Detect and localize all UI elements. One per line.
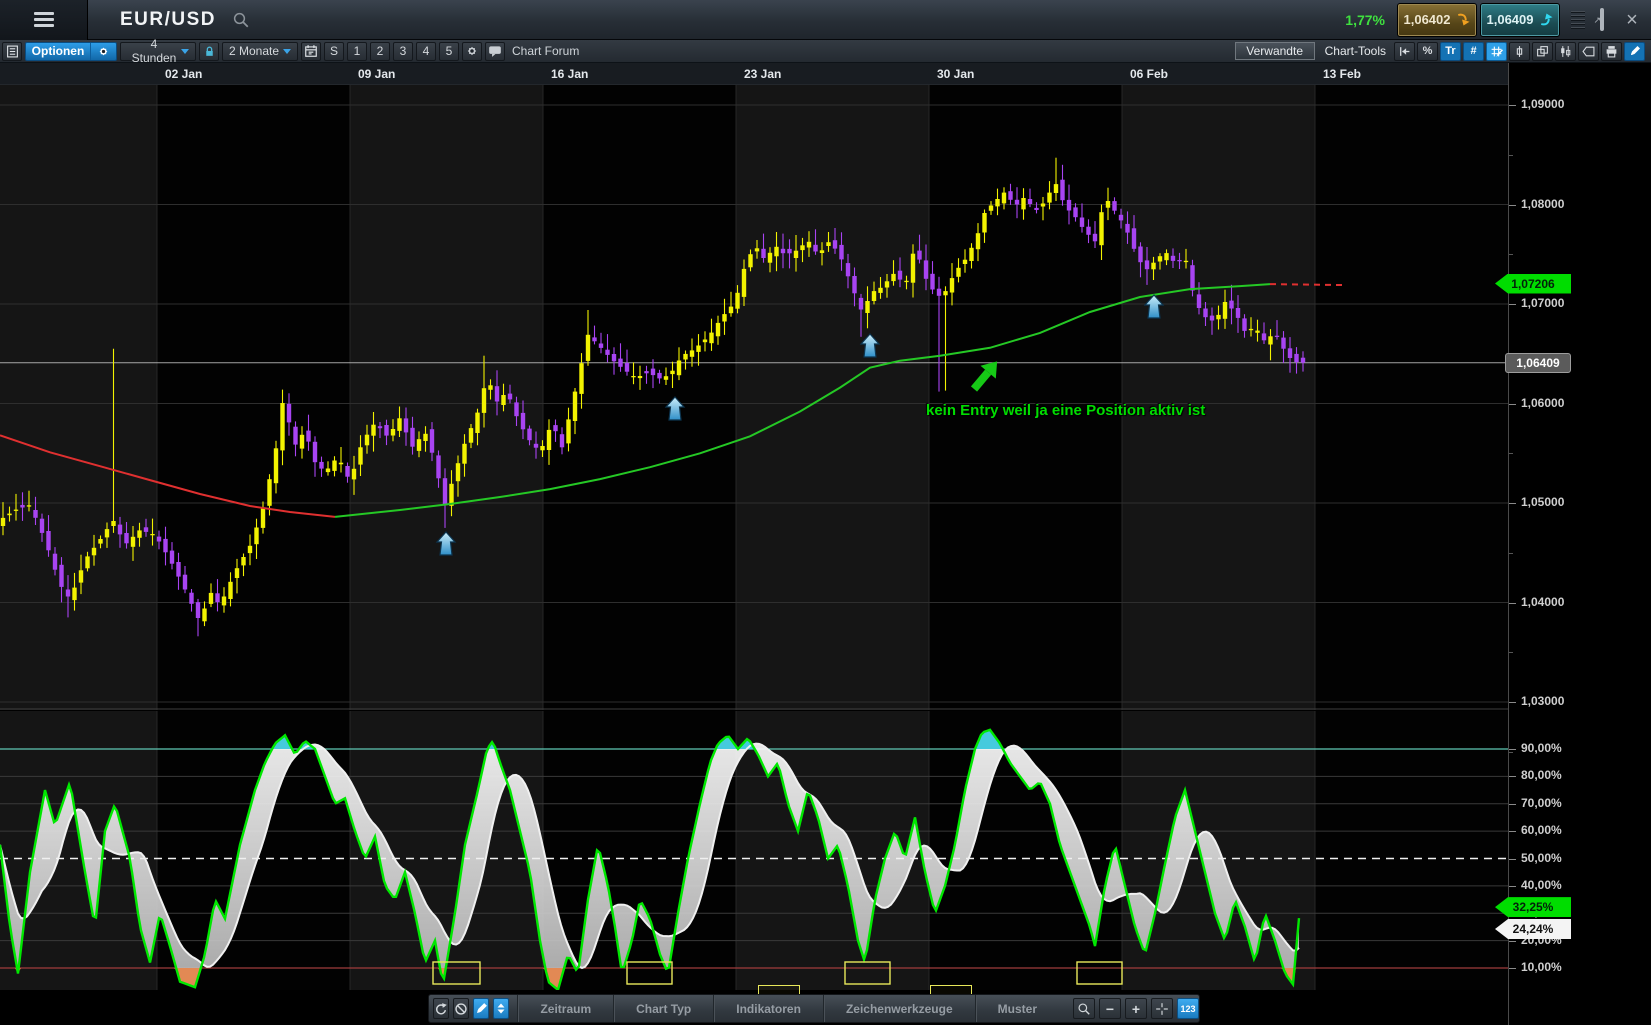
bottom-menu-indikatoren[interactable]: Indikatoren — [713, 995, 823, 1022]
date-axis-label: 06 Feb — [1130, 67, 1168, 81]
range-dropdown[interactable]: 2 Monate — [222, 42, 298, 61]
date-axis-label: 09 Jan — [358, 67, 395, 81]
sell-price-value: 1,06402 — [1404, 12, 1451, 27]
main-price-chart[interactable] — [0, 85, 1508, 710]
bottom-menu-zeitraum[interactable]: Zeitraum — [517, 995, 613, 1022]
options-gear-icon[interactable] — [90, 43, 116, 60]
price-axis-label: 1,04000 — [1521, 595, 1564, 609]
layout-button-5[interactable]: 5 — [439, 42, 459, 61]
undo-icon-button[interactable] — [1394, 42, 1415, 61]
change-percent-badge: 1,77% — [1345, 12, 1385, 28]
watchlist-icon-button[interactable] — [2, 42, 22, 61]
stochastic-indicator-panel[interactable] — [0, 711, 1508, 990]
date-axis[interactable]: 02 Jan 09 Jan 16 Jan 23 Jan 30 Jan 06 Feb 13 F… — [0, 63, 1508, 85]
stoch-axis-label: 70,00% — [1521, 796, 1562, 810]
price-axis-label: 1,06000 — [1521, 396, 1564, 410]
layout-button-4[interactable]: 4 — [416, 42, 436, 61]
layout-button-3[interactable]: 3 — [393, 42, 413, 61]
edit-settings-button[interactable] — [1624, 42, 1645, 61]
close-button[interactable]: × — [1621, 9, 1643, 31]
price-axis-label: 1,09000 — [1521, 97, 1564, 111]
text-tool-button[interactable]: Tr — [1440, 42, 1461, 61]
stoch-axis-label: 10,00% — [1521, 960, 1562, 974]
date-axis-label: 23 Jan — [744, 67, 781, 81]
bottom-menu-zeichenwerkzeuge[interactable]: Zeichenwerkzeuge — [823, 995, 975, 1022]
stoch-k-tag: 32,25% — [1495, 897, 1571, 917]
zoom-icon-button[interactable] — [1073, 998, 1095, 1019]
lock-button[interactable] — [199, 42, 219, 61]
last-price-tag: 1,06409 — [1505, 353, 1571, 373]
chart-tools-label: Chart-Tools — [1325, 44, 1386, 58]
page-title: EUR/USD — [120, 9, 216, 31]
date-axis-label: 02 Jan — [165, 67, 202, 81]
timeframe-value: 4 Stunden — [127, 37, 181, 65]
price-axis[interactable]: 1,09000 1,08000 1,07000 1,06000 1,05000 1,040… — [1508, 63, 1651, 1025]
ma-price-tag: 1,07206 — [1495, 274, 1571, 294]
chevron-down-icon — [181, 49, 189, 54]
options-button[interactable]: Optionen — [25, 42, 117, 61]
window-drag-grip[interactable] — [1571, 3, 1585, 37]
chart-annotation-text: kein Entry weil ja eine Position aktiv i… — [926, 402, 1205, 419]
main-menu-button[interactable] — [0, 0, 88, 40]
zoom-in-button[interactable]: + — [1125, 998, 1147, 1019]
grid-toggle-button[interactable]: # — [1463, 42, 1484, 61]
layout-button-2[interactable]: 2 — [370, 42, 390, 61]
chart-forum-link[interactable]: Chart Forum — [512, 44, 579, 58]
chart-toolbar: Optionen 4 Stunden 2 Monate S12345 Chart… — [0, 40, 1651, 63]
chevron-down-icon — [283, 49, 291, 54]
bottom-toolbar: ZeitraumChart TypIndikatorenZeichenwerkz… — [428, 994, 1200, 1023]
price-up-arrow-icon — [1539, 12, 1554, 27]
search-icon[interactable] — [232, 11, 250, 29]
options-label: Optionen — [26, 44, 90, 58]
percent-scale-button[interactable]: % — [1417, 42, 1438, 61]
title-bar: EUR/USD 1,77% 1,06402 1,06409 ↗ × — [0, 0, 1651, 40]
disable-drawing-icon-button[interactable] — [453, 998, 469, 1019]
chart-settings-gear-button[interactable] — [462, 42, 482, 61]
print-button[interactable] — [1601, 42, 1622, 61]
trading-app-window: EUR/USD 1,77% 1,06402 1,06409 ↗ × Option… — [0, 0, 1651, 1025]
related-button[interactable]: Verwandte — [1235, 42, 1315, 60]
draw-grid-tool-button[interactable] — [1486, 42, 1507, 61]
price-axis-label: 1,03000 — [1521, 694, 1564, 708]
date-axis-label: 16 Jan — [551, 67, 588, 81]
buy-price-value: 1,06409 — [1487, 12, 1534, 27]
label-tag-button[interactable] — [1578, 42, 1599, 61]
stoch-d-tag: 24,24% — [1495, 919, 1571, 939]
zoom-out-button[interactable]: − — [1099, 998, 1121, 1019]
price-axis-label: 1,05000 — [1521, 495, 1564, 509]
timeframe-dropdown[interactable]: 4 Stunden — [120, 42, 196, 61]
compare-charts-button[interactable] — [1555, 42, 1576, 61]
stoch-axis-label: 50,00% — [1521, 851, 1562, 865]
date-axis-label: 30 Jan — [937, 67, 974, 81]
price-axis-label: 1,08000 — [1521, 197, 1564, 211]
crosshair-button[interactable] — [1151, 998, 1173, 1019]
bottom-menu-chart-typ[interactable]: Chart Typ — [613, 995, 713, 1022]
bottom-menu-muster[interactable]: Muster — [975, 995, 1059, 1022]
draw-mode-icon-button[interactable] — [473, 998, 489, 1019]
window-layout-button[interactable] — [1532, 42, 1553, 61]
buy-price-button[interactable]: 1,06409 — [1480, 3, 1560, 37]
layout-button-S[interactable]: S — [324, 42, 344, 61]
price-down-arrow-icon — [1456, 12, 1471, 27]
scroll-mode-icon-button[interactable] — [493, 998, 509, 1019]
stoch-axis-label: 60,00% — [1521, 823, 1562, 837]
stoch-axis-label: 40,00% — [1521, 878, 1562, 892]
price-ladder-button[interactable]: 123 — [1177, 998, 1199, 1019]
sell-price-button[interactable]: 1,06402 — [1397, 3, 1477, 37]
reset-chart-icon-button[interactable] — [433, 998, 449, 1019]
chat-icon-button[interactable] — [485, 42, 505, 61]
popout-window-button[interactable]: ↗ — [1591, 9, 1613, 31]
price-axis-label: 1,07000 — [1521, 296, 1564, 310]
range-value: 2 Monate — [229, 44, 279, 58]
calendar-icon-button[interactable] — [301, 42, 321, 61]
stoch-axis-label: 90,00% — [1521, 741, 1562, 755]
stoch-axis-label: 80,00% — [1521, 768, 1562, 782]
candle-type-button[interactable] — [1509, 42, 1530, 61]
date-axis-label: 13 Feb — [1323, 67, 1361, 81]
layout-button-1[interactable]: 1 — [347, 42, 367, 61]
